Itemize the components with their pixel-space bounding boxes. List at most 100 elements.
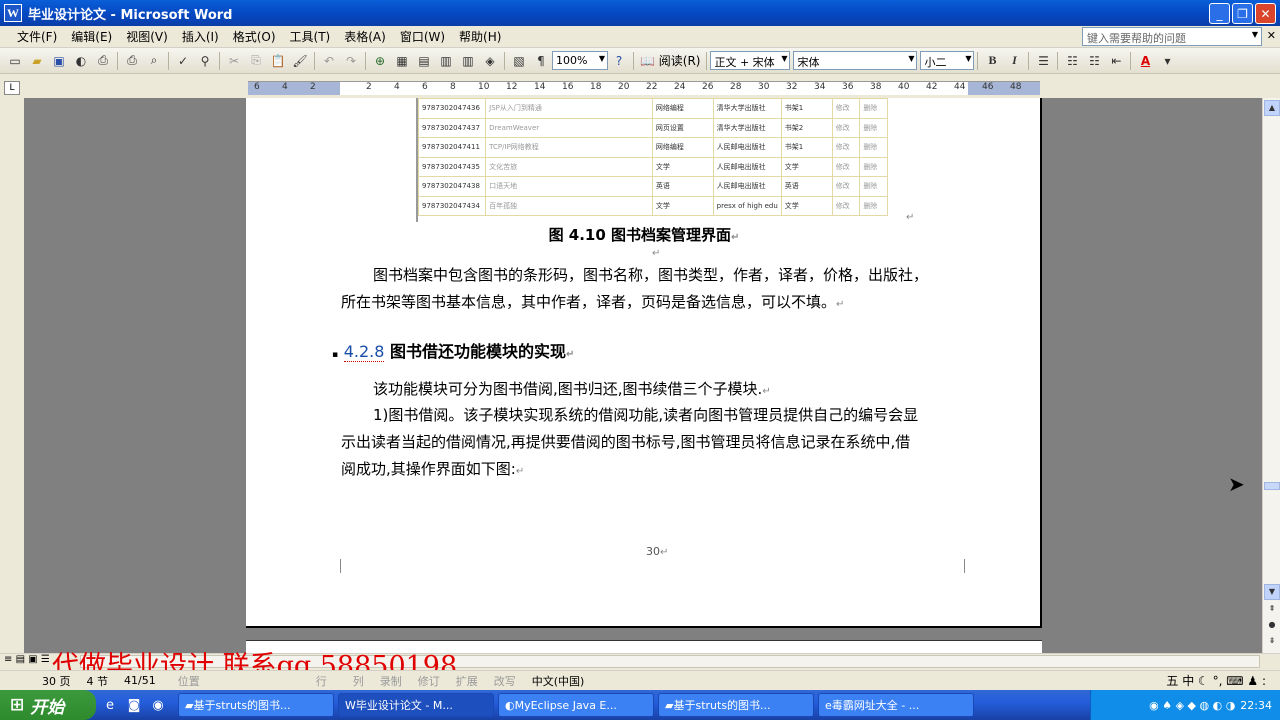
menu-bar: 文件(F) 编辑(E) 视图(V) 插入(I) 格式(O) 工具(T) 表格(A…: [0, 26, 1280, 48]
drawing-icon[interactable]: ◈: [479, 50, 501, 72]
next-page-icon[interactable]: ⇟: [1264, 634, 1280, 650]
status-column: 列: [352, 674, 364, 688]
menu-format[interactable]: 格式(O): [226, 26, 283, 48]
table-cell: 9787302047434: [417, 195, 487, 216]
ruler-number: 30: [758, 82, 770, 92]
word-icon: W: [345, 698, 356, 712]
menu-help[interactable]: 帮助(H): [452, 26, 508, 48]
task-struts-folder-2[interactable]: ▰ 基于struts的图书...: [658, 693, 814, 717]
help-search-input[interactable]: 键入需要帮助的问题 ▼: [1082, 27, 1262, 46]
ruler-number: 36: [842, 82, 854, 92]
document-page[interactable]: 9787302047436 JSP从入门到精通 网络编程 清华大学出版社 书架1 修改 删除…: [246, 98, 1042, 628]
minimize-button[interactable]: _: [1209, 3, 1230, 24]
start-button[interactable]: ⊞ 开始: [0, 690, 96, 720]
toolbar-options-icon[interactable]: ▾: [1156, 50, 1178, 72]
align-center-icon[interactable]: ☰: [1032, 50, 1054, 72]
open-folder-icon[interactable]: ▰: [26, 50, 48, 72]
style-select[interactable]: 正文 + 宋体 ▼: [710, 51, 791, 70]
table-cell: 英语: [780, 176, 833, 197]
task-word-document[interactable]: W 毕业设计论文 - M...: [338, 693, 494, 717]
help-icon[interactable]: ?: [608, 50, 630, 72]
left-gutter: [0, 98, 24, 653]
decrease-indent-icon[interactable]: ⇤: [1105, 50, 1127, 72]
close-button[interactable]: ✕: [1255, 3, 1276, 24]
cut-icon[interactable]: ✂: [223, 50, 245, 72]
undo-icon[interactable]: ↶: [318, 50, 340, 72]
status-record[interactable]: 录制: [372, 673, 410, 689]
bold-button[interactable]: B: [981, 50, 1003, 72]
paragraph-mark: ↵: [906, 212, 915, 223]
ime-toolbar[interactable]: 五 中 ☾ °, ⌨ ♟ :: [1158, 672, 1274, 689]
numbering-icon[interactable]: ☷: [1061, 50, 1083, 72]
print-layout-icon[interactable]: ▣: [28, 654, 37, 665]
tables-borders-icon[interactable]: ▦: [391, 50, 413, 72]
standard-toolbar: ▭ ▰ ▣ ◐ ⎙ ⎙ ⌕ ✓ ⚲ ✂ ⎘ 📋 🖌 ↶ ↷ ⊕ ▦ ▤ ▥ ▥ …: [0, 48, 1280, 74]
task-myeclipse[interactable]: ◐ MyEclipse Java E...: [498, 693, 654, 717]
font-select[interactable]: 宋体 ▼: [793, 51, 918, 70]
table-cell: 9787302047437: [417, 117, 487, 138]
print-icon[interactable]: ⎙: [121, 50, 143, 72]
scroll-up-icon[interactable]: ▲: [1264, 100, 1280, 116]
select-browse-object-icon[interactable]: ●: [1264, 618, 1280, 634]
menu-edit[interactable]: 编辑(E): [64, 26, 119, 48]
read-mode-label: 阅读(R): [658, 54, 701, 68]
bullets-icon[interactable]: ☷: [1083, 50, 1105, 72]
previous-page-icon[interactable]: ⇞: [1264, 602, 1280, 618]
print-preview-icon[interactable]: ⎙: [92, 50, 114, 72]
spelling-icon[interactable]: ✓: [172, 50, 194, 72]
chevron-down-icon[interactable]: ▼: [1252, 30, 1258, 39]
status-overtype[interactable]: 改写: [486, 673, 524, 689]
font-color-button[interactable]: A: [1134, 50, 1156, 72]
italic-button[interactable]: I: [1003, 50, 1025, 72]
status-extend[interactable]: 扩展: [448, 673, 486, 689]
scroll-thumb[interactable]: [1264, 482, 1280, 490]
tab-selector[interactable]: L: [4, 81, 20, 95]
menu-insert[interactable]: 插入(I): [175, 26, 226, 48]
document-map-icon[interactable]: ▧: [508, 50, 530, 72]
columns-icon[interactable]: ▥: [457, 50, 479, 72]
table-cell: 网页设置: [651, 117, 714, 138]
restore-button[interactable]: ❐: [1232, 3, 1253, 24]
document-close-icon[interactable]: ✕: [1267, 29, 1276, 42]
redo-icon[interactable]: ↷: [340, 50, 362, 72]
tray-icons[interactable]: ◉ ♠ ◈ ◆ ◍ ◐ ◑: [1149, 699, 1235, 712]
desktop-icon[interactable]: ◙: [124, 695, 144, 715]
font-size-select[interactable]: 小二 ▼: [920, 51, 975, 70]
media-icon[interactable]: ◉: [148, 695, 168, 715]
show-hide-icon[interactable]: ¶: [530, 50, 552, 72]
table-cell: JSP从入门到精通: [485, 98, 653, 119]
system-tray: ◉ ♠ ◈ ◆ ◍ ◐ ◑ 22:34: [1090, 690, 1280, 720]
read-mode-button[interactable]: 📖 阅读(R): [637, 52, 703, 69]
menu-view[interactable]: 视图(V): [119, 26, 175, 48]
hyperlink-icon[interactable]: ⊕: [369, 50, 391, 72]
preview-icon[interactable]: ⌕: [143, 50, 165, 72]
window-controls: _ ❐ ✕: [1209, 3, 1276, 24]
task-browser[interactable]: e 毒霸网址大全 - ...: [818, 693, 974, 717]
toolbar-separator: [706, 51, 708, 70]
paste-icon[interactable]: 📋: [267, 50, 289, 72]
insert-table-icon[interactable]: ▤: [413, 50, 435, 72]
menu-window[interactable]: 窗口(W): [393, 26, 452, 48]
format-painter-icon[interactable]: 🖌: [289, 50, 311, 72]
task-struts-folder-1[interactable]: ▰ 基于struts的图书...: [178, 693, 334, 717]
outline-view-icon[interactable]: ☰: [41, 654, 50, 665]
menu-file[interactable]: 文件(F): [10, 26, 64, 48]
menu-table[interactable]: 表格(A): [337, 26, 393, 48]
status-track[interactable]: 修订: [410, 673, 448, 689]
insert-excel-icon[interactable]: ▥: [435, 50, 457, 72]
zoom-select[interactable]: 100% ▼: [552, 51, 608, 70]
table-cell: 9787302047435: [417, 156, 487, 177]
scroll-down-icon[interactable]: ▼: [1264, 584, 1280, 600]
permission-icon[interactable]: ◐: [70, 50, 92, 72]
normal-view-icon[interactable]: ≡: [4, 654, 12, 665]
save-icon[interactable]: ▣: [48, 50, 70, 72]
table-cell: 网络编程: [651, 98, 714, 119]
research-icon[interactable]: ⚲: [194, 50, 216, 72]
copy-icon[interactable]: ⎘: [245, 50, 267, 72]
new-document-icon[interactable]: ▭: [4, 50, 26, 72]
web-view-icon[interactable]: ▤: [16, 654, 25, 665]
ie-icon[interactable]: e: [100, 695, 120, 715]
ruler-number: 34: [814, 82, 826, 92]
vertical-scrollbar[interactable]: ▲ ▼ ⇞ ● ⇟: [1262, 98, 1280, 653]
menu-tools[interactable]: 工具(T): [283, 26, 338, 48]
